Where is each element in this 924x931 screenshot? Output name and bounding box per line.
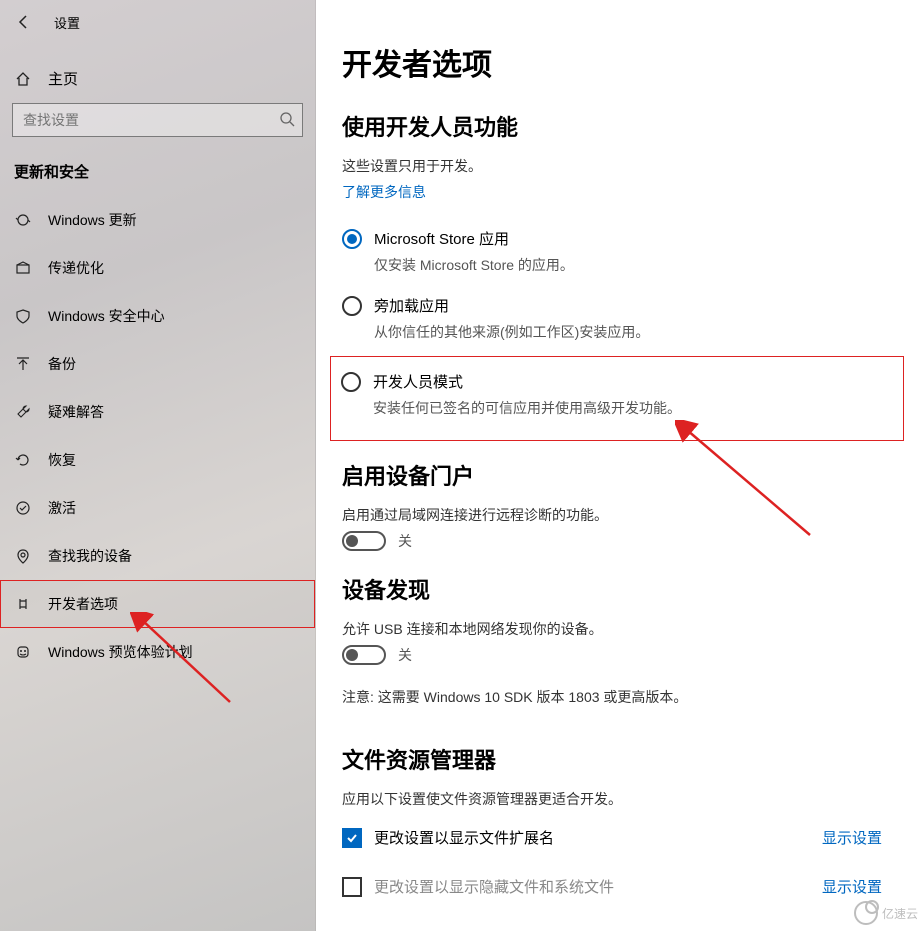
section3-desc: 允许 USB 连接和本地网络发现你的设备。 bbox=[342, 619, 924, 639]
home-icon bbox=[14, 71, 32, 87]
section-device-portal: 启用设备门户 bbox=[342, 459, 924, 491]
toggle-device-discovery[interactable] bbox=[342, 645, 386, 665]
sidebar-item-delivery-opt[interactable]: 传递优化 bbox=[0, 244, 315, 292]
home-label: 主页 bbox=[48, 68, 78, 89]
wrench-icon bbox=[14, 404, 32, 420]
section4-desc: 应用以下设置使文件资源管理器更适合开发。 bbox=[342, 789, 924, 809]
arrow-left-icon bbox=[16, 14, 32, 30]
watermark: 亿速云 bbox=[854, 901, 918, 925]
window-title: 设置 bbox=[54, 13, 80, 32]
radio-icon bbox=[342, 296, 362, 316]
page-title: 开发者选项 bbox=[342, 40, 924, 84]
radio-icon bbox=[342, 229, 362, 249]
radio-microsoft-store[interactable]: Microsoft Store 应用 仅安装 Microsoft Store 的… bbox=[342, 222, 924, 289]
developer-icon bbox=[14, 596, 32, 612]
check-show-hidden-row: 更改设置以显示隐藏文件和系统文件 显示设置 bbox=[342, 876, 882, 897]
sidebar-section-title: 更新和安全 bbox=[0, 151, 315, 196]
sidebar-item-activation[interactable]: 激活 bbox=[0, 484, 315, 532]
section2-desc: 启用通过局域网连接进行远程诊断的功能。 bbox=[342, 505, 924, 525]
toggle-device-portal[interactable] bbox=[342, 531, 386, 551]
check-show-extensions-row: 更改设置以显示文件扩展名 显示设置 bbox=[342, 827, 882, 848]
sidebar-item-windows-security[interactable]: Windows 安全中心 bbox=[0, 292, 315, 340]
location-icon bbox=[14, 548, 32, 564]
sidebar-item-recovery[interactable]: 恢复 bbox=[0, 436, 315, 484]
radio-icon bbox=[341, 372, 361, 392]
watermark-logo-icon bbox=[854, 901, 878, 925]
checkbox-show-hidden[interactable] bbox=[342, 877, 362, 897]
sidebar-item-insider[interactable]: Windows 预览体验计划 bbox=[0, 628, 315, 676]
delivery-icon bbox=[14, 260, 32, 276]
sdk-note: 注意: 这需要 Windows 10 SDK 版本 1803 或更高版本。 bbox=[342, 687, 924, 707]
sidebar: 设置 主页 更新和安全 Windows 更新 传递优化 bbox=[0, 0, 316, 931]
checkbox-show-extensions[interactable] bbox=[342, 828, 362, 848]
section-device-discovery: 设备发现 bbox=[342, 573, 924, 605]
section1-desc: 这些设置只用于开发。 bbox=[342, 156, 924, 176]
recovery-icon bbox=[14, 452, 32, 468]
back-button[interactable] bbox=[12, 10, 36, 34]
learn-more-link[interactable]: 了解更多信息 bbox=[342, 182, 426, 202]
radio-sideload[interactable]: 旁加载应用 从你信任的其他来源(例如工作区)安装应用。 bbox=[342, 289, 924, 356]
insider-icon bbox=[14, 644, 32, 660]
section-file-explorer: 文件资源管理器 bbox=[342, 743, 924, 775]
sidebar-item-windows-update[interactable]: Windows 更新 bbox=[0, 196, 315, 244]
watermark-text: 亿速云 bbox=[882, 905, 918, 922]
show-settings-link-2[interactable]: 显示设置 bbox=[822, 876, 882, 897]
sidebar-item-find-my-device[interactable]: 查找我的设备 bbox=[0, 532, 315, 580]
sidebar-item-home[interactable]: 主页 bbox=[0, 54, 315, 103]
sidebar-item-developer-options[interactable]: 开发者选项 bbox=[0, 580, 315, 628]
search-icon bbox=[279, 111, 295, 132]
search-box[interactable] bbox=[12, 103, 303, 137]
check-circle-icon bbox=[14, 500, 32, 516]
section-use-dev-features: 使用开发人员功能 bbox=[342, 110, 924, 142]
sidebar-item-troubleshoot[interactable]: 疑难解答 bbox=[0, 388, 315, 436]
sidebar-item-backup[interactable]: 备份 bbox=[0, 340, 315, 388]
toggle-device-discovery-state: 关 bbox=[398, 645, 412, 665]
search-input[interactable] bbox=[12, 103, 303, 137]
highlight-box-developer-mode: 开发人员模式 安装任何已签名的可信应用并使用高级开发功能。 bbox=[330, 356, 904, 441]
upload-icon bbox=[14, 356, 32, 372]
radio-developer-mode[interactable]: 开发人员模式 安装任何已签名的可信应用并使用高级开发功能。 bbox=[341, 365, 891, 432]
shield-icon bbox=[14, 308, 32, 324]
show-settings-link-1[interactable]: 显示设置 bbox=[822, 827, 882, 848]
sync-icon bbox=[14, 212, 32, 228]
toggle-device-portal-state: 关 bbox=[398, 531, 412, 551]
main-content: 开发者选项 使用开发人员功能 这些设置只用于开发。 了解更多信息 Microso… bbox=[316, 0, 924, 931]
